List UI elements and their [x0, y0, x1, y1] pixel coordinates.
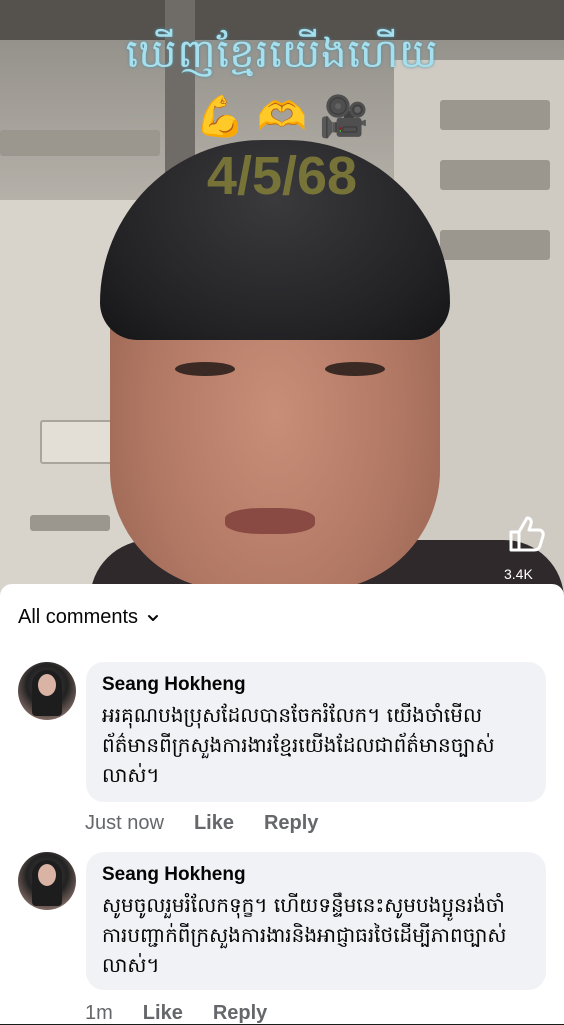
comment-timestamp: Just now: [85, 812, 164, 834]
comment-text: សូមចូលរួមរំលែកទុក្ខ។ ហើយទន្ទឹមនេះសូមបងប្…: [102, 893, 507, 977]
comment-like-button[interactable]: Like: [194, 812, 234, 835]
video-overlay-date: 4/5/68: [206, 146, 358, 206]
comments-sort-dropdown[interactable]: All comments: [18, 606, 160, 629]
vent: [440, 230, 550, 260]
comment-actions: 1m Like Reply: [85, 1002, 267, 1025]
comment-author[interactable]: Seang Hokheng: [102, 864, 530, 886]
comment-timestamp: 1m: [85, 1002, 113, 1024]
comment-reply-button[interactable]: Reply: [213, 1002, 267, 1025]
person-mouth: [225, 508, 315, 534]
comment-like-button[interactable]: Like: [143, 1002, 183, 1025]
avatar[interactable]: [18, 662, 76, 720]
thumbs-up-icon[interactable]: [505, 512, 549, 556]
comments-sort-label: All comments: [18, 606, 139, 628]
comment-actions: Just now Like Reply: [85, 812, 318, 835]
emoji-row: 💪 🫶 🎥: [195, 92, 385, 152]
comment-reply-button[interactable]: Reply: [264, 812, 318, 835]
chevron-down-icon: [148, 614, 159, 621]
video-overlay-title: ឃើញខ្មែរយើងហើយ: [125, 31, 439, 77]
vent: [40, 420, 114, 464]
heart-hands-emoji: 🫶: [257, 94, 307, 140]
comment-bubble[interactable]: Seang Hokheng សូមចូលរួមរំលែកទុក្ខ។ ហើយទន…: [86, 852, 546, 990]
person-eye: [325, 362, 385, 376]
avatar[interactable]: [18, 852, 76, 910]
comment-text: អរគុណបងប្រុសដែលបានចែករំលែក។ យើងចាំមើលព័ត…: [102, 703, 495, 787]
comments-sheet: All comments Seang Hokheng អរគុណបងប្រុសដ…: [0, 584, 564, 1024]
comment-author[interactable]: Seang Hokheng: [102, 674, 530, 696]
avatar-face: [38, 864, 56, 886]
flexed-biceps-emoji: 💪: [195, 94, 245, 140]
vent: [440, 100, 550, 130]
avatar-face: [38, 674, 56, 696]
person-eye: [175, 362, 235, 376]
vent: [30, 515, 110, 531]
video-like-count: 3.4K: [504, 566, 533, 582]
video-player[interactable]: ឃើញខ្មែរយើងហើយ 💪 🫶 🎥 4/5/68 3.4K: [0, 0, 564, 600]
comment-bubble[interactable]: Seang Hokheng អរគុណបងប្រុសដែលបានចែករំលែក…: [86, 662, 546, 802]
camera-emoji: 🎥: [319, 94, 369, 140]
